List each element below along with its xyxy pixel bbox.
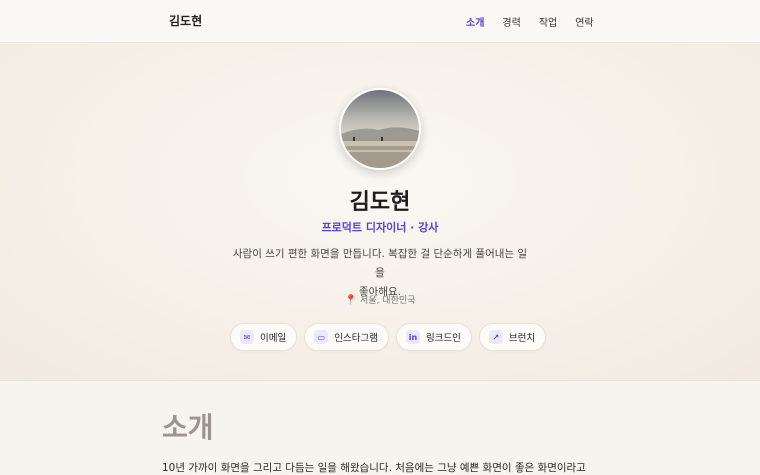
avatar (339, 88, 421, 170)
linkedin-icon: in (405, 330, 420, 344)
instagram-button[interactable]: ▭ 인스타그램 (304, 323, 389, 351)
brunch-button[interactable]: ↗ 브런치 (478, 323, 547, 351)
external-link-icon: ↗ (488, 330, 503, 344)
instagram-icon: ▭ (314, 330, 329, 344)
nav-link-work[interactable]: 작업 (539, 14, 557, 29)
about-text: 10년 가까이 화면을 그리고 다듬는 일을 해왔습니다. 처음에는 그냥 예쁜… (162, 462, 586, 474)
location-text: 서울, 대한민국 (360, 296, 416, 306)
email-label: 이메일 (260, 333, 287, 344)
profile-role: 프로덕트 디자이너 · 강사 (321, 221, 439, 234)
linkedin-label: 링크드인 (425, 333, 461, 344)
bio-line-1: 사람이 쓰기 편한 화면을 만듭니다. 복잡한 걸 단순하게 풀어내는 일을 (232, 248, 528, 279)
nav-link-career[interactable]: 경력 (502, 14, 520, 29)
profile-location: 📍 서울, 대한민국 (0, 293, 760, 306)
nav-link-about[interactable]: 소개 (466, 14, 484, 29)
site-brand[interactable]: 김도현 (169, 12, 202, 29)
nav-link-contact[interactable]: 연락 (575, 14, 593, 29)
instagram-label: 인스타그램 (334, 333, 378, 344)
linkedin-button[interactable]: in 링크드인 (395, 323, 472, 351)
brunch-label: 브런치 (508, 333, 536, 344)
profile-name: 김도현 (349, 190, 411, 215)
top-navigation: 김도현 소개 경력 작업 연락 (0, 0, 760, 43)
about-title: 소개 (162, 411, 214, 444)
contact-links: ✉ 이메일 ▭ 인스타그램 in 링크드인 ↗ 브런치 (230, 323, 547, 351)
location-pin-icon: 📍 (344, 295, 358, 306)
nav-links: 소개 경력 작업 연락 (466, 14, 612, 29)
email-button[interactable]: ✉ 이메일 (230, 323, 298, 351)
mail-icon: ✉ (240, 330, 254, 344)
